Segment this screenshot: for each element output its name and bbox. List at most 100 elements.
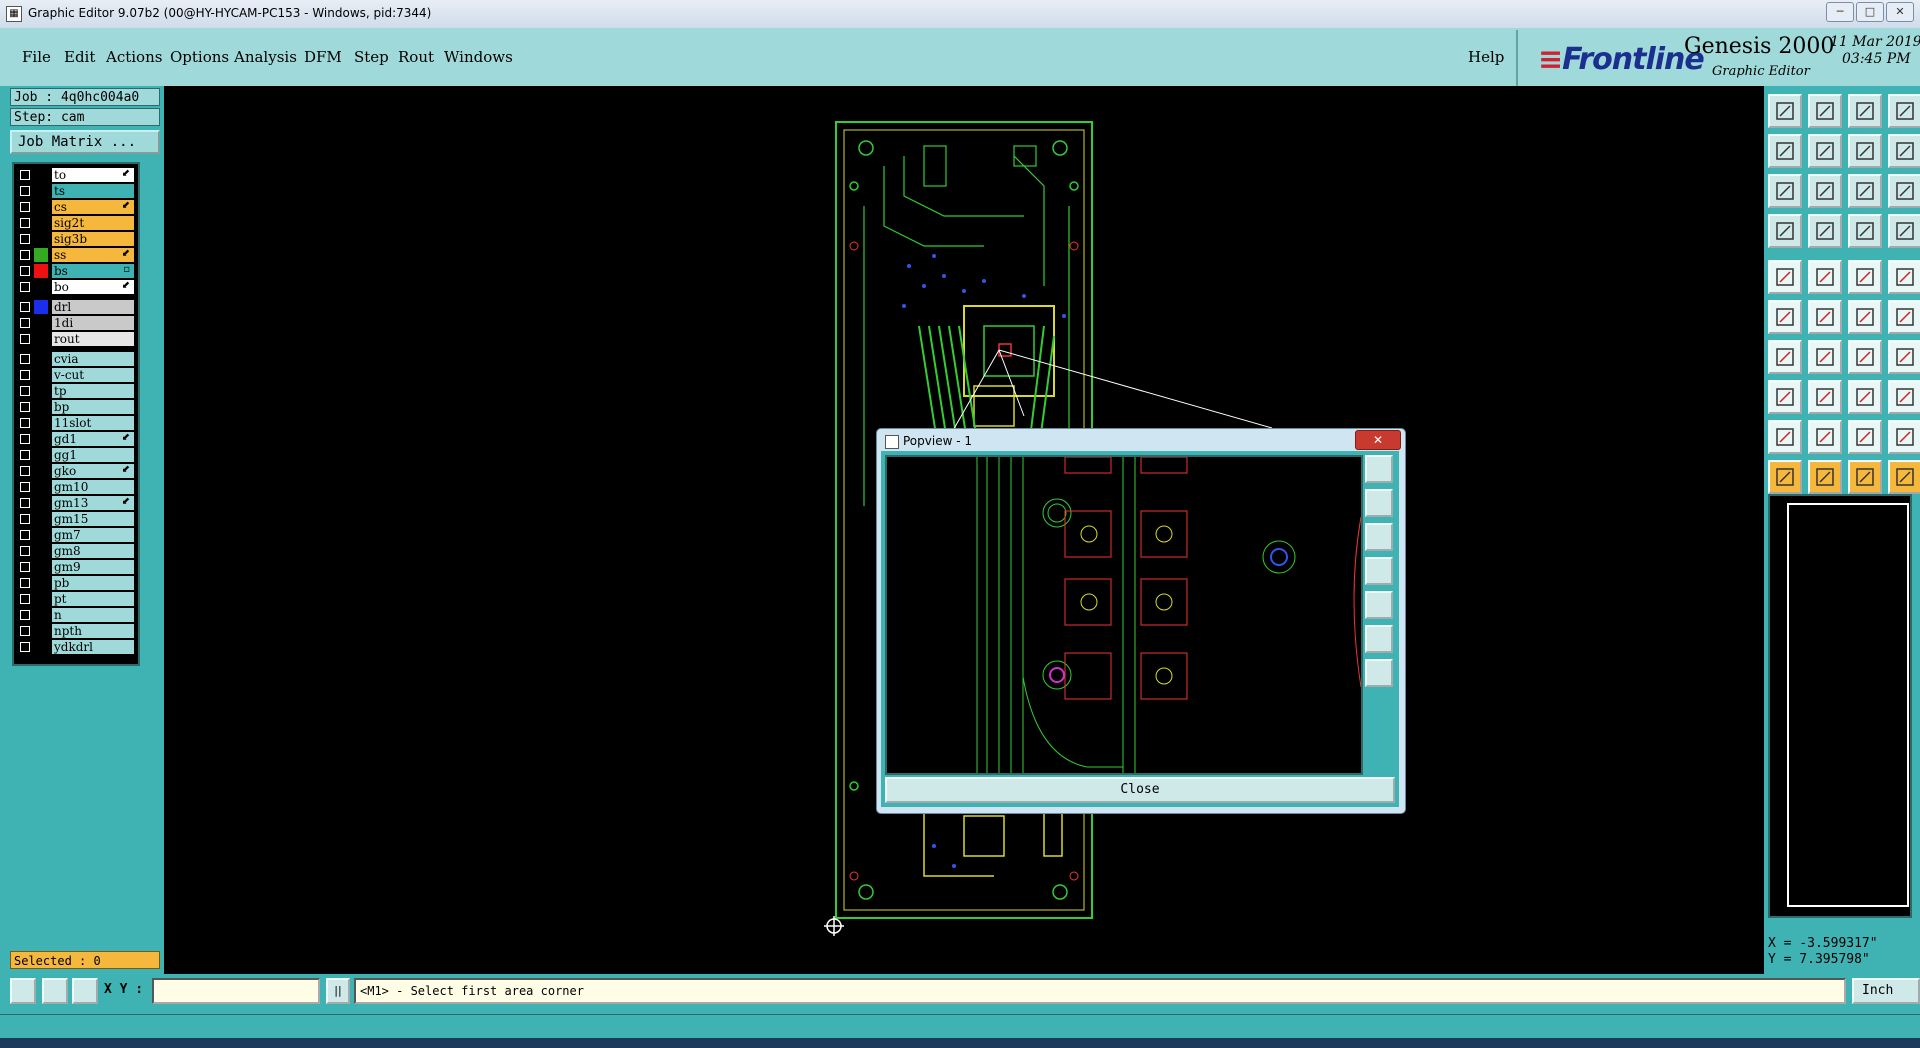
menu-step[interactable]: Step [354,48,389,66]
select-box-button[interactable] [1808,460,1842,494]
layer-color-swatch[interactable] [34,332,48,346]
layer-row-sig3b[interactable]: sig3b [16,232,134,246]
layer-up-button[interactable] [1768,94,1802,128]
layer-color-swatch[interactable] [34,316,48,330]
layer-row-gm8[interactable]: gm8 [16,544,134,558]
layer-name[interactable]: gm7 [52,528,134,542]
layer-checkbox[interactable] [20,514,30,524]
zoom-area-button[interactable] [1848,134,1882,168]
popview-zoom-in-button[interactable] [1365,625,1393,653]
layer-color-swatch[interactable] [34,416,48,430]
layer-color-swatch[interactable] [34,464,48,478]
connect-button[interactable] [1768,300,1802,334]
arc-button[interactable] [1848,340,1882,374]
node-button[interactable] [1848,300,1882,334]
layer-color-swatch[interactable] [34,232,48,246]
layer-checkbox[interactable] [20,170,30,180]
measure-mode-button[interactable] [42,978,68,1004]
layer-name[interactable]: bp [52,400,134,414]
triangle-alt-button[interactable] [1808,420,1842,454]
overview-panel[interactable] [1768,494,1912,918]
select-net-button[interactable] [1888,460,1920,494]
layer-row-n[interactable]: n [16,608,134,622]
layer-row-bp[interactable]: bp [16,400,134,414]
layer-color-swatch[interactable] [34,300,48,314]
layer-row-gko[interactable]: gko ⬋ [16,464,134,478]
layer-row-gm13[interactable]: gm13 ⬋ [16,496,134,510]
layer-checkbox[interactable] [20,610,30,620]
layer-color-swatch[interactable] [34,184,48,198]
layer-checkbox[interactable] [20,594,30,604]
layer-checkbox[interactable] [20,266,30,276]
layer-color-swatch[interactable] [34,544,48,558]
layer-name[interactable]: npth [52,624,134,638]
fill-circle-button[interactable] [1888,260,1920,294]
popview-pan-up-button[interactable] [1365,489,1393,517]
layer-color-swatch[interactable] [34,280,48,294]
layer-color-swatch[interactable] [34,640,48,654]
measure-button[interactable] [1848,380,1882,414]
layer-down-button[interactable] [1808,94,1842,128]
layer-name[interactable]: pb [52,576,134,590]
layer-row-gm15[interactable]: gm15 [16,512,134,526]
grid-button[interactable] [1808,214,1842,248]
separator-button[interactable]: || [326,978,350,1004]
layer-name[interactable]: gm9 [52,560,134,574]
grid-toggle-button[interactable] [72,978,98,1004]
layer-color-swatch[interactable] [34,528,48,542]
layer-row-rout[interactable]: rout [16,332,134,346]
popview-canvas[interactable] [885,455,1363,775]
layer-checkbox[interactable] [20,562,30,572]
layer-checkbox[interactable] [20,578,30,588]
layer-checkbox[interactable] [20,250,30,260]
layer-checkbox[interactable] [20,386,30,396]
pan-right-button[interactable] [1808,134,1842,168]
layer-color-swatch[interactable] [34,592,48,606]
layer-color-swatch[interactable] [34,264,48,278]
close-window-button[interactable]: ✕ [1886,2,1914,22]
layer-name[interactable]: bs [52,264,134,278]
layer-row-ts[interactable]: ts [16,184,134,198]
layer-color-swatch[interactable] [34,400,48,414]
layer-color-swatch[interactable] [34,480,48,494]
home-button[interactable] [1848,94,1882,128]
minimize-button[interactable]: ─ [1826,2,1854,22]
layer-name[interactable]: rout [52,332,134,346]
layer-name[interactable]: cvia [52,352,134,366]
layer-row-cs[interactable]: cs ⬋ [16,200,134,214]
layer-name[interactable]: gg1 [52,448,134,462]
layer-name[interactable]: v-cut [52,368,134,382]
snap-button[interactable] [1768,214,1802,248]
layer-checkbox[interactable] [20,418,30,428]
menu-actions[interactable]: Actions [106,48,162,66]
layer-color-swatch[interactable] [34,432,48,446]
popview-close-x-button[interactable]: ✕ [1355,430,1401,450]
pan-left-button[interactable] [1768,134,1802,168]
layer-name[interactable]: sig3b [52,232,134,246]
layer-checkbox[interactable] [20,626,30,636]
layer-checkbox[interactable] [20,434,30,444]
layer-color-swatch[interactable] [34,168,48,182]
pattern-button[interactable] [1848,260,1882,294]
layer-checkbox[interactable] [20,302,30,312]
layer-checkbox[interactable] [20,334,30,344]
layer-row-ydkdrl[interactable]: ydkdrl [16,640,134,654]
layer-name[interactable]: drl [52,300,134,314]
layer-name[interactable]: 1di [52,316,134,330]
fiducial-button[interactable] [1888,340,1920,374]
angle-button[interactable] [1768,340,1802,374]
layer-row-drl[interactable]: drl [16,300,134,314]
popview-pan-right-button[interactable] [1365,591,1393,619]
layer-color-swatch[interactable] [34,248,48,262]
layer-name[interactable]: pt [52,592,134,606]
menu-rout[interactable]: Rout [398,48,434,66]
menu-windows[interactable]: Windows [444,48,513,66]
xy-input[interactable] [152,978,320,1004]
layer-row-ss[interactable]: ss ⬋ [16,248,134,262]
unit-selector[interactable]: Inch [1852,978,1920,1004]
zoom-fit-button[interactable] [1768,174,1802,208]
layer-row-tp[interactable]: tp [16,384,134,398]
layer-row-sig2t[interactable]: sig2t [16,216,134,230]
layer-color-swatch[interactable] [34,384,48,398]
layer-row-gg1[interactable]: gg1 [16,448,134,462]
